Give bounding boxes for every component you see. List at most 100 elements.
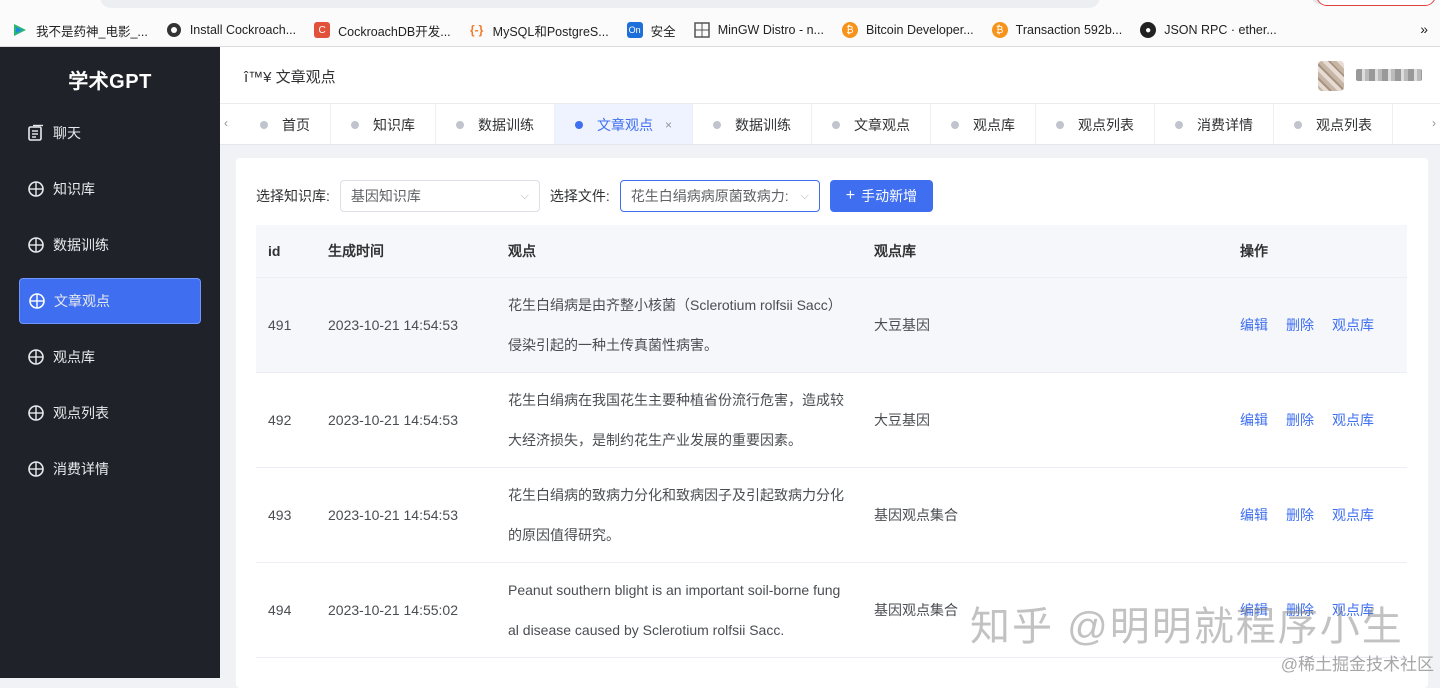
tab-bar: ‹ 首页 知识库 数据训练 文章观点 × 数据训练 文章观点 观点库 观点列表 消… [220,104,1440,145]
view-line: 花生白绢病的致病力分化和致病因子及引起致病力分化 [508,486,844,503]
tab-data-training[interactable]: 数据训练 [436,104,555,144]
view-line: al disease caused by Sclerotium rolfsii … [508,621,785,638]
bitcoin-icon: ₿ [991,22,1008,38]
dot-icon [1056,120,1065,129]
code-icon: {-} [469,23,484,37]
sidebar-item-data-training[interactable]: 数据训练 [19,222,201,268]
table-row[interactable]: 492 2023-10-21 14:54:53 花生白绢病在我国花生主要种植省份… [256,372,1407,468]
close-icon[interactable]: × [665,118,672,132]
tab-label: 观点列表 [1316,116,1373,133]
view-line: 花生白绢病是由齐整小核菌（Sclerotium rolfsii Sacc） [508,296,842,313]
tab-label: 数据训练 [478,116,534,133]
bookmark-item[interactable]: ₿ Transaction 592b... [991,22,1123,38]
tab-home[interactable]: 首页 [240,104,331,144]
cell-view: 花生白绢病的致病力分化和致病因子及引起致病力分化 的原因值得研究。 [496,467,862,563]
dot-icon [951,120,960,129]
update-button-edge[interactable] [1316,0,1436,6]
bookmark-label: 我不是药神_电影_... [36,24,148,39]
dot-icon [832,120,841,129]
bookmark-item[interactable]: On 安全 [626,21,676,40]
tab-article-views[interactable]: 文章观点 × [555,104,694,144]
edit-button[interactable]: 编辑 [1240,507,1268,523]
bookmark-item[interactable]: {-} MySQL和PostgreS... [469,21,609,40]
sidebar-item-label: 知识库 [53,181,95,197]
tab-label: 知识库 [373,116,415,133]
view-line: 的原因值得研究。 [508,526,620,543]
sidebar-item-knowledge-base[interactable]: 知识库 [19,166,201,212]
tab-view-list[interactable]: 观点列表 [1036,104,1156,144]
delete-button[interactable]: 删除 [1286,412,1314,428]
view-library-button[interactable]: 观点库 [1332,317,1374,333]
sidebar-item-label: 观点列表 [53,405,109,421]
bookmark-item[interactable]: MinGW Distro - n... [693,22,824,38]
bookmark-item[interactable]: Install Cockroach... [166,22,296,38]
avatar[interactable] [1318,61,1344,91]
chevron-down-icon: ⌵ [800,189,809,202]
filter-row: 选择知识库: 基因知识库 ⌵ 选择文件: 花生白绢病病原菌致病力: ⌵ + 手动… [256,180,934,212]
top-header: î™¥ 文章观点 [220,47,1440,104]
kb-select[interactable]: 基因知识库 ⌵ [339,180,540,212]
cell-library: 大豆基因 [862,372,1228,468]
tab-article-views[interactable]: 文章观点 [812,104,932,144]
bookmark-label: Transaction 592b... [1015,23,1123,37]
delete-button[interactable]: 删除 [1286,317,1314,333]
bookmark-label: MinGW Distro - n... [717,23,824,37]
sidebar-item-view-list[interactable]: 观点列表 [19,390,201,436]
cell-id: 491 [256,277,316,373]
bookmark-label: CockroachDB开发... [338,24,451,39]
kb-select-value: 基因知识库 [350,188,421,204]
column-header-id: id [256,225,316,278]
chevron-left-icon[interactable]: ‹ [224,116,228,130]
edit-button[interactable]: 编辑 [1240,412,1268,428]
sidebar-item-consumption[interactable]: 消费详情 [19,446,201,492]
sidebar-item-view-library[interactable]: 观点库 [19,334,201,380]
bookmark-item[interactable]: ₿ Bitcoin Developer... [841,22,974,38]
table-row[interactable]: 493 2023-10-21 14:54:53 花生白绢病的致病力分化和致病因子… [256,467,1407,563]
plus-icon: + [845,187,856,204]
watermark-secondary: @稀土掘金技术社区 [1280,655,1434,674]
target-icon [27,236,45,254]
view-library-button[interactable]: 观点库 [1332,412,1374,428]
cell-ops: 编辑 删除 观点库 [1228,467,1407,563]
bookmark-item[interactable]: 我不是药神_电影_... [12,21,148,40]
file-select[interactable]: 花生白绢病病原菌致病力: ⌵ [619,180,820,212]
tab-view-list[interactable]: 观点列表 [1274,104,1394,144]
tab-label: 数据训练 [735,116,792,133]
tab-view-library[interactable]: 观点库 [931,104,1037,144]
dot-icon [575,120,583,129]
edit-button[interactable]: 编辑 [1240,317,1268,333]
cell-time: 2023-10-21 14:54:53 [316,277,496,373]
play-icon [12,22,28,38]
username-blurred[interactable] [1356,69,1422,81]
sidebar-item-article-views[interactable]: 文章观点 [19,278,201,324]
delete-button[interactable]: 删除 [1286,507,1314,523]
column-header-time: 生成时间 [316,225,496,278]
tab-knowledge-base[interactable]: 知识库 [331,104,436,144]
kb-select-label: 选择知识库: [256,188,330,204]
table-row[interactable]: 491 2023-10-21 14:54:53 花生白绢病是由齐整小核菌（Scl… [256,277,1407,373]
target-icon [28,292,46,310]
sidebar-item-chat[interactable]: 聊天 [19,110,201,156]
bookmark-label: JSON RPC · ether... [1164,23,1277,37]
on-icon: On [626,22,643,38]
views-table: id 生成时间 观点 观点库 操作 491 2023-10-21 14:54:5… [256,225,1407,658]
add-manual-button[interactable]: + 手动新增 [829,180,934,212]
sidebar-item-label: 消费详情 [53,461,109,477]
sidebar-item-label: 观点库 [53,349,95,365]
target-icon [27,460,45,478]
bookmark-label: Install Cockroach... [189,23,297,37]
tab-label: 文章观点 [597,116,653,133]
chevron-right-icon[interactable]: › [1432,116,1436,130]
bookmarks-overflow-button[interactable]: » [1420,21,1428,37]
tab-consumption[interactable]: 消费详情 [1155,104,1275,144]
bookmark-label: 安全 [650,24,676,39]
app-logo: 学术GPT [68,71,152,93]
tab-data-training[interactable]: 数据训练 [693,104,813,144]
sidebar-menu: 聊天 知识库 数据训练 文章观点 观点库 观点列表 消费详情 [19,110,201,502]
bookmark-item[interactable]: C CockroachDB开发... [314,21,451,40]
view-library-button[interactable]: 观点库 [1332,507,1374,523]
bookmark-item[interactable]: ● JSON RPC · ether... [1140,22,1277,38]
dot-icon [351,120,359,129]
grid-icon [693,22,710,38]
tab-label: 首页 [282,116,310,133]
